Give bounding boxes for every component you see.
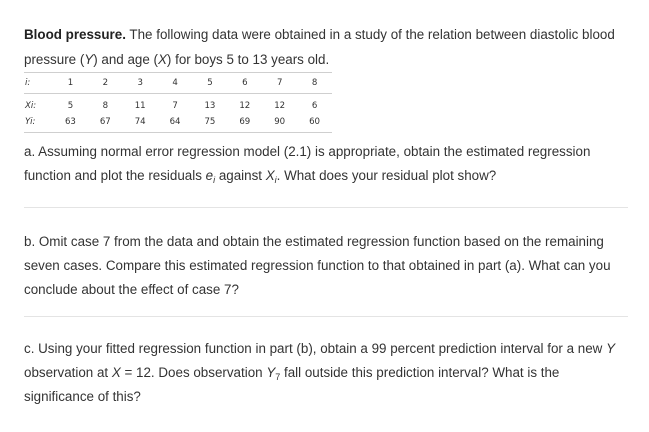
table-cell: 5 bbox=[67, 100, 74, 111]
table-cell: 7 bbox=[262, 72, 298, 94]
table-cell: 90 bbox=[274, 116, 286, 127]
table-cell: 75 bbox=[204, 116, 216, 127]
table-cell: 5 bbox=[192, 72, 228, 94]
part-c-question: c. Using your fitted regression function… bbox=[24, 341, 615, 404]
row-label: i: bbox=[24, 72, 53, 94]
problem-intro: Blood pressure. The following data were … bbox=[24, 27, 615, 67]
table-cell: 67 bbox=[99, 116, 111, 127]
table-cell: 1 bbox=[53, 72, 88, 94]
table-cell: 12 bbox=[274, 100, 286, 111]
table-cell: 3 bbox=[122, 72, 158, 94]
problem-title: Blood pressure. bbox=[24, 27, 126, 42]
table-cell: 63 bbox=[64, 116, 76, 127]
table-cell: 6 bbox=[311, 100, 318, 111]
row-label: Yi: bbox=[25, 116, 36, 127]
table-cell: 7 bbox=[172, 100, 178, 111]
table-cell: 4 bbox=[157, 72, 193, 94]
table-cell: 13 bbox=[204, 100, 216, 111]
part-b-question: b. Omit case 7 from the data and obtain … bbox=[24, 234, 611, 297]
table-cell: 6 bbox=[227, 72, 263, 94]
table-cell: 8 bbox=[102, 100, 109, 111]
divider bbox=[24, 316, 628, 317]
table-row-index: i: 1 2 3 4 5 6 7 8 bbox=[24, 72, 332, 94]
table-row-x: Xi: 5 8 11 7 13 12 12 6 bbox=[24, 94, 332, 115]
row-label: Xi: bbox=[25, 100, 37, 111]
table-cell: 8 bbox=[297, 72, 332, 94]
divider bbox=[24, 207, 628, 208]
problem-page: Blood pressure. The following data were … bbox=[0, 0, 649, 432]
table-cell: 74 bbox=[134, 116, 146, 127]
table-cell: 12 bbox=[239, 100, 251, 111]
table-cell: 60 bbox=[309, 116, 321, 127]
table-cell: 11 bbox=[134, 100, 146, 111]
table-cell: 69 bbox=[239, 116, 251, 127]
table-cell: 2 bbox=[87, 72, 123, 94]
table-cell: 64 bbox=[169, 116, 181, 127]
table-row-y: Yi: 63 67 74 64 75 69 90 60 bbox=[24, 114, 332, 133]
data-table: i: 1 2 3 4 5 6 7 8 Xi: 5 8 11 7 13 12 12… bbox=[24, 72, 332, 133]
part-a-question: a. Assuming normal error regression mode… bbox=[24, 144, 591, 185]
